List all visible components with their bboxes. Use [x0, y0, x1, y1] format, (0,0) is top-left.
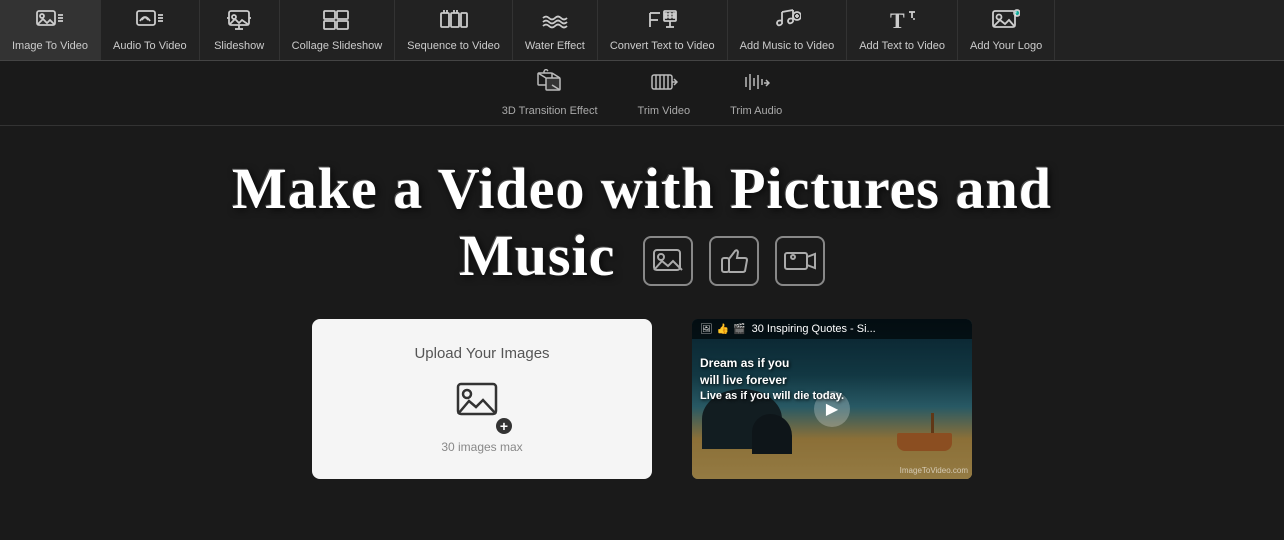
nav-label-convert-text-to-video: Convert Text to Video: [610, 40, 715, 52]
video-preview[interactable]: 🖼👍🎬 30 Inspiring Quotes - Si... ▶ Dream …: [692, 319, 972, 479]
upload-icon: +: [456, 378, 508, 432]
nav-label-sequence-to-video: Sequence to Video: [407, 40, 500, 52]
water-effect-icon: [541, 8, 569, 36]
upload-hint: 30 images max: [441, 440, 522, 454]
audio-to-video-icon: [136, 8, 164, 36]
nav-item-water-effect[interactable]: Water Effect: [513, 0, 598, 60]
sequence-to-video-icon: [440, 8, 468, 36]
svg-text:T: T: [890, 8, 905, 32]
hero-video-icon[interactable]: [775, 236, 825, 286]
video-top-bar: 🖼👍🎬 30 Inspiring Quotes - Si...: [692, 319, 972, 339]
convert-text-icon: [646, 8, 678, 36]
sec-label-trim-video: Trim Video: [638, 105, 691, 117]
sec-nav-trim-video[interactable]: Trim Video: [638, 69, 691, 121]
hero-like-icon[interactable]: [709, 236, 759, 286]
plus-badge: +: [496, 418, 512, 434]
add-text-icon: T: [888, 8, 916, 36]
nav-item-add-text-to-video[interactable]: T Add Text to Video: [847, 0, 958, 60]
nav-label-add-your-logo: Add Your Logo: [970, 40, 1042, 52]
trim-audio-icon: [742, 69, 770, 101]
hero-icon-group: [643, 236, 825, 286]
hero-title: Make a Video with Pictures and Music: [20, 156, 1264, 289]
nav-label-audio-to-video: Audio To Video: [113, 40, 187, 52]
nav-label-add-text-to-video: Add Text to Video: [859, 40, 945, 52]
sec-label-trim-audio: Trim Audio: [730, 105, 782, 117]
slideshow-icon: [226, 8, 252, 36]
secondary-navigation: 3D Transition Effect Trim Video: [0, 61, 1284, 126]
video-quote-text: Dream as if you will live forever Live a…: [700, 355, 844, 404]
upload-box[interactable]: Upload Your Images + 30 images max: [312, 319, 652, 479]
add-music-icon: [773, 8, 801, 36]
video-toolbar-icons: 🖼👍🎬: [700, 324, 746, 335]
nav-label-collage-slideshow: Collage Slideshow: [292, 40, 383, 52]
nav-label-water-effect: Water Effect: [525, 40, 585, 52]
nav-item-slideshow[interactable]: Slideshow: [200, 0, 280, 60]
main-content: Upload Your Images + 30 images max 🖼👍🎬 3…: [0, 309, 1284, 499]
sec-nav-3d-transition[interactable]: 3D Transition Effect: [502, 69, 598, 121]
image-to-video-icon: [36, 8, 64, 36]
hero-section: Make a Video with Pictures and Music: [0, 126, 1284, 309]
video-title: 30 Inspiring Quotes - Si...: [752, 323, 876, 335]
hero-image-icon[interactable]: [643, 236, 693, 286]
nav-label-image-to-video: Image To Video: [12, 40, 88, 52]
nav-item-sequence-to-video[interactable]: Sequence to Video: [395, 0, 513, 60]
video-watermark: ImageToVideo.com: [900, 466, 968, 475]
nav-label-slideshow: Slideshow: [214, 40, 264, 52]
nav-item-convert-text-to-video[interactable]: Convert Text to Video: [598, 0, 728, 60]
nav-item-audio-to-video[interactable]: Audio To Video: [101, 0, 200, 60]
collage-slideshow-icon: [323, 8, 351, 36]
nav-item-add-music-to-video[interactable]: Add Music to Video: [728, 0, 848, 60]
sec-nav-trim-audio[interactable]: Trim Audio: [730, 69, 782, 121]
3d-transition-icon: [536, 69, 564, 101]
nav-item-collage-slideshow[interactable]: Collage Slideshow: [280, 0, 396, 60]
upload-label: Upload Your Images: [414, 345, 549, 362]
nav-item-add-your-logo[interactable]: f Add Your Logo: [958, 0, 1055, 60]
top-navigation: Image To Video Audio To Video: [0, 0, 1284, 61]
add-your-logo-icon: f: [992, 8, 1020, 36]
nav-label-add-music-to-video: Add Music to Video: [740, 40, 835, 52]
trim-video-icon: [650, 69, 678, 101]
nav-item-image-to-video[interactable]: Image To Video: [0, 0, 101, 60]
sec-label-3d-transition: 3D Transition Effect: [502, 105, 598, 117]
